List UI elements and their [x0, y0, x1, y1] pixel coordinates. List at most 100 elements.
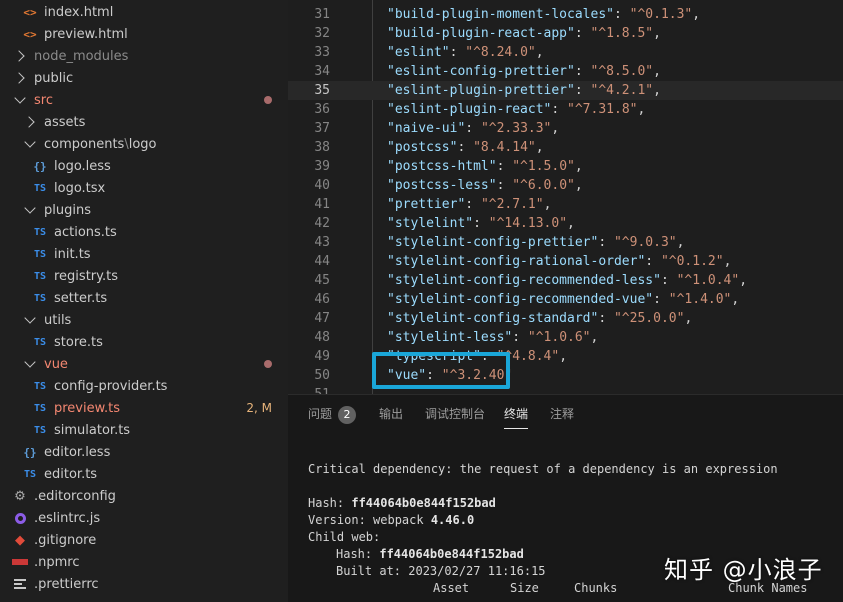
panel-tab-1[interactable]: 输出	[379, 405, 403, 422]
explorer-item-label: components	[44, 136, 125, 152]
code-line-35[interactable]: 35 "eslint-plugin-prettier": "^4.2.1",	[288, 81, 843, 100]
code-line-42[interactable]: 42 "stylelint": "^14.13.0",	[288, 214, 843, 233]
json-colon: :	[473, 216, 489, 231]
explorer-folder-components[interactable]: components \ logo	[0, 133, 288, 155]
json-value: "^25.0.0"	[613, 311, 685, 326]
explorer-file-eslintrc-js[interactable]: .eslintrc.js	[0, 507, 288, 529]
explorer-file-preview-html[interactable]: <> preview.html	[0, 23, 288, 45]
code-text: "eslint-plugin-prettier": "^4.2.1",	[387, 81, 661, 100]
explorer-file-npmrc[interactable]: .npmrc	[0, 551, 288, 573]
code-line-41[interactable]: 41 "prettier": "^2.7.1",	[288, 195, 843, 214]
explorer-file-preview-ts[interactable]: TS preview.ts 2, M	[0, 397, 288, 419]
explorer-file-actions-ts[interactable]: TS actions.ts	[0, 221, 288, 243]
line-number: 40	[314, 178, 330, 193]
explorer-item-label-compact: logo	[128, 136, 157, 152]
explorer-file-setter-ts[interactable]: TS setter.ts	[0, 287, 288, 309]
line-number: 34	[314, 64, 330, 79]
code-line-37[interactable]: 37 "naive-ui": "^2.33.3",	[288, 119, 843, 138]
json-colon: :	[574, 64, 591, 79]
panel-tab-3[interactable]: 终端	[504, 405, 529, 429]
json-value: "8.4.14"	[473, 140, 536, 155]
code-editor[interactable]: 31 "build-plugin-moment-locales": "^0.1.3…	[288, 0, 843, 394]
code-text: "naive-ui": "^2.33.3",	[387, 119, 559, 138]
less-file-icon: {}	[33, 159, 47, 173]
explorer-folder-node_modules[interactable]: node_modules	[0, 45, 288, 67]
code-line-34[interactable]: 34 "eslint-config-prettier": "^8.5.0",	[288, 62, 843, 81]
line-number: 43	[314, 235, 330, 250]
json-key: "prettier"	[387, 197, 466, 212]
hash-value: ff44064b0e844f152bad	[351, 496, 496, 510]
explorer-file-gitignore[interactable]: ◆ .gitignore	[0, 529, 288, 551]
panel-tab-4[interactable]: 注释	[550, 405, 574, 422]
code-text: "stylelint-config-prettier": "^9.0.3",	[387, 233, 684, 252]
panel-tab-0[interactable]: 问题 2	[308, 405, 357, 424]
explorer-item-label: plugins	[44, 202, 91, 218]
code-line-39[interactable]: 39 "postcss-html": "^1.5.0",	[288, 157, 843, 176]
code-line-32[interactable]: 32 "build-plugin-react-app": "^1.8.5",	[288, 24, 843, 43]
json-colon: :	[574, 83, 591, 98]
code-text: "eslint-plugin-react": "^7.31.8",	[387, 100, 645, 119]
typescript-file-icon: TS	[33, 182, 47, 194]
explorer-folder-vue[interactable]: vue	[0, 353, 288, 375]
panel-tab-label: 输出	[379, 407, 404, 421]
json-comma: ,	[543, 197, 552, 212]
code-text: "build-plugin-react-app": "^1.8.5",	[387, 24, 661, 43]
code-line-44[interactable]: 44 "stylelint-config-rational-order": "^0…	[288, 252, 843, 271]
explorer-file-config-provider-ts[interactable]: TS config-provider.ts	[0, 375, 288, 397]
code-line-31[interactable]: 31 "build-plugin-moment-locales": "^0.1.3…	[288, 5, 843, 24]
explorer-folder-utils[interactable]: utils	[0, 309, 288, 331]
code-text: "eslint-config-prettier": "^8.5.0",	[387, 62, 661, 81]
explorer-folder-assets[interactable]: assets	[0, 111, 288, 133]
chevron-right-icon	[12, 72, 28, 84]
code-line-48[interactable]: 48 "stylelint-less": "^1.0.6",	[288, 328, 843, 347]
json-colon: :	[598, 311, 614, 326]
explorer-item-label: vue	[44, 356, 68, 372]
explorer-file-init-ts[interactable]: TS init.ts	[0, 243, 288, 265]
code-line-36[interactable]: 36 "eslint-plugin-react": "^7.31.8",	[288, 100, 843, 119]
json-key: "postcss-less"	[387, 178, 497, 193]
modified-dot-icon	[264, 96, 272, 104]
code-line-46[interactable]: 46 "stylelint-config-recommended-vue": "^…	[288, 290, 843, 309]
code-line-47[interactable]: 47 "stylelint-config-standard": "^25.0.0"…	[288, 309, 843, 328]
explorer-file-editorconfig[interactable]: ⚙ .editorconfig	[0, 485, 288, 507]
hash-label: Hash:	[308, 496, 345, 510]
problem-count-badge: 2, M	[246, 401, 272, 415]
line-number: 38	[314, 140, 330, 155]
json-key: "eslint-config-prettier"	[387, 64, 575, 79]
explorer-item-label: setter.ts	[54, 290, 108, 306]
explorer-file-logo-less[interactable]: {} logo.less	[0, 155, 288, 177]
code-line-43[interactable]: 43 "stylelint-config-prettier": "^9.0.3",	[288, 233, 843, 252]
json-colon: :	[496, 178, 513, 193]
code-line-38[interactable]: 38 "postcss": "8.4.14",	[288, 138, 843, 157]
explorer-folder-public[interactable]: public	[0, 67, 288, 89]
explorer-item-label: assets	[44, 114, 86, 130]
explorer-file-editor-ts[interactable]: TS editor.ts	[0, 463, 288, 485]
explorer-file-prettierrc[interactable]: .prettierrc	[0, 573, 288, 595]
panel-tab-2[interactable]: 调试控制台	[425, 405, 485, 422]
code-line-33[interactable]: 33 "eslint": "^8.24.0",	[288, 43, 843, 62]
explorer-folder-src[interactable]: src	[0, 89, 288, 111]
explorer-file-registry-ts[interactable]: TS registry.ts	[0, 265, 288, 287]
typescript-file-icon: TS	[33, 270, 47, 282]
typescript-file-icon: TS	[33, 402, 47, 414]
explorer-item-label: init.ts	[54, 246, 91, 262]
code-line-45[interactable]: 45 "stylelint-config-recommended-less": "…	[288, 271, 843, 290]
explorer-file-store-ts[interactable]: TS store.ts	[0, 331, 288, 353]
highlight-annotation-box	[372, 352, 510, 389]
code-line-40[interactable]: 40 "postcss-less": "^6.0.0",	[288, 176, 843, 195]
explorer-file-index-html[interactable]: <> index.html	[0, 1, 288, 23]
explorer-folder-plugins[interactable]: plugins	[0, 199, 288, 221]
json-colon: :	[645, 254, 661, 269]
explorer-item-label: preview.html	[44, 26, 128, 42]
json-key: "build-plugin-react-app"	[387, 26, 575, 41]
json-key: "eslint"	[387, 45, 450, 60]
line-number: 50	[314, 368, 330, 383]
explorer-file-logo-tsx[interactable]: TS logo.tsx	[0, 177, 288, 199]
code-text: "prettier": "^2.7.1",	[387, 195, 551, 214]
explorer-file-editor-less[interactable]: {} editor.less	[0, 441, 288, 463]
code-text: "stylelint-less": "^1.0.6",	[387, 328, 598, 347]
json-key: "stylelint"	[387, 216, 474, 231]
code-text: "stylelint-config-recommended-less": "^1…	[387, 271, 747, 290]
explorer-file-simulator-ts[interactable]: TS simulator.ts	[0, 419, 288, 441]
line-number: 49	[314, 349, 330, 364]
